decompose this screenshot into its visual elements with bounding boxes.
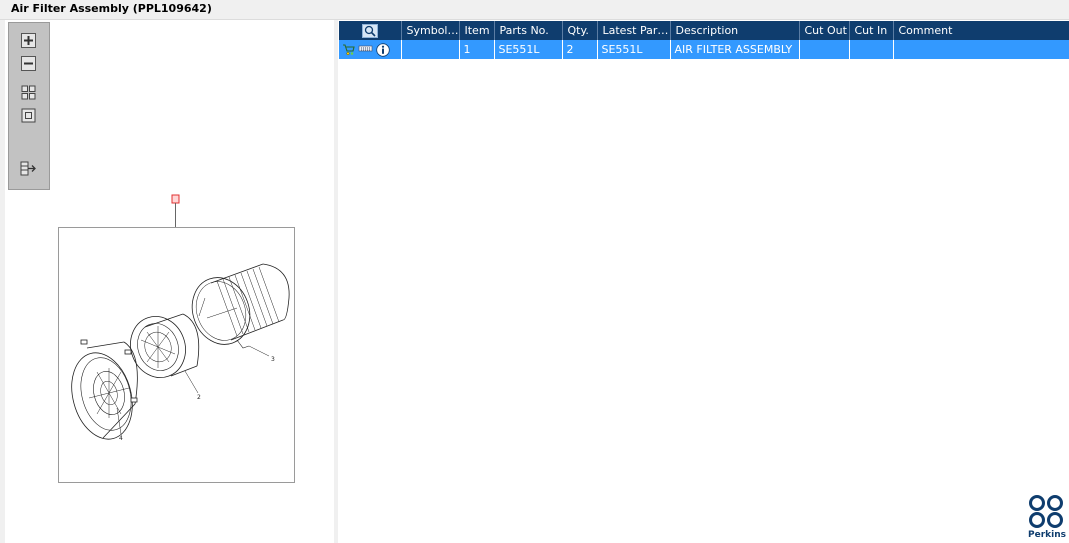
window-title: Air Filter Assembly (PPL109642) [11, 2, 212, 15]
table-header-row: Symbol(s) Item Parts No. Qty. Latest Par… [339, 21, 1069, 40]
column-header-qty[interactable]: Qty. [562, 21, 598, 40]
item-cell: 1 [459, 40, 495, 59]
column-header-symbols[interactable]: Symbol(s) [401, 21, 460, 40]
column-header-comment[interactable]: Comment [893, 21, 1069, 40]
column-header-cut-out[interactable]: Cut Out [799, 21, 850, 40]
callout-3: 3 [271, 356, 275, 363]
info-icon[interactable] [376, 42, 390, 57]
column-header-parts-no[interactable]: Parts No. [494, 21, 563, 40]
pane-splitter[interactable] [334, 20, 338, 543]
actual-size-icon [21, 108, 36, 123]
fit-all-icon [21, 85, 36, 100]
actual-size-button[interactable] [20, 107, 37, 124]
part-no-cell[interactable]: SE551L [494, 40, 563, 59]
perkins-emblem [1029, 495, 1063, 528]
comment-cell [893, 40, 1069, 59]
cut-out-cell [799, 40, 850, 59]
cut-in-cell [849, 40, 894, 59]
qty-cell: 2 [562, 40, 598, 59]
column-header-cut-in[interactable]: Cut In [849, 21, 894, 40]
title-bar: Air Filter Assembly (PPL109642) [0, 0, 1069, 20]
callout-2: 2 [197, 394, 201, 401]
zoom-in-button[interactable] [20, 32, 37, 49]
row-actions-cell [339, 40, 402, 59]
search-parts-icon [361, 23, 378, 38]
export-button[interactable] [20, 160, 37, 177]
table-row[interactable]: 1 SE551L 2 SE551L AIR FILTER ASSEMBLY [339, 40, 1069, 59]
viewer-toolbox [8, 22, 50, 190]
air-filter-illustration: 2 3 4 [71, 263, 290, 442]
cart-icon[interactable] [342, 43, 356, 56]
fit-all-button[interactable] [20, 84, 37, 101]
parts-grid: Symbol(s) Item Parts No. Qty. Latest Par… [339, 21, 1069, 543]
drawing-hotspot[interactable] [170, 194, 182, 228]
callout-4: 4 [119, 435, 123, 442]
zoom-out-icon [21, 56, 36, 71]
export-icon [20, 161, 36, 176]
zoom-in-icon [21, 33, 36, 48]
description-cell: AIR FILTER ASSEMBLY [670, 40, 800, 59]
perkins-logo: Perkins [1026, 494, 1066, 542]
zoom-out-button[interactable] [20, 55, 37, 72]
exploded-drawing: 2 3 4 [58, 227, 295, 483]
parts-table: Symbol(s) Item Parts No. Qty. Latest Par… [339, 21, 1069, 59]
symbols-cell [401, 40, 460, 59]
brand-name: Perkins [1028, 530, 1066, 540]
keyboard-icon[interactable] [358, 43, 374, 56]
column-header-actions[interactable] [339, 21, 402, 40]
latest-part-cell[interactable]: SE551L [597, 40, 671, 59]
column-header-latest-part[interactable]: Latest Part... [597, 21, 671, 40]
column-header-item[interactable]: Item [459, 21, 495, 40]
column-header-description[interactable]: Description [670, 21, 800, 40]
